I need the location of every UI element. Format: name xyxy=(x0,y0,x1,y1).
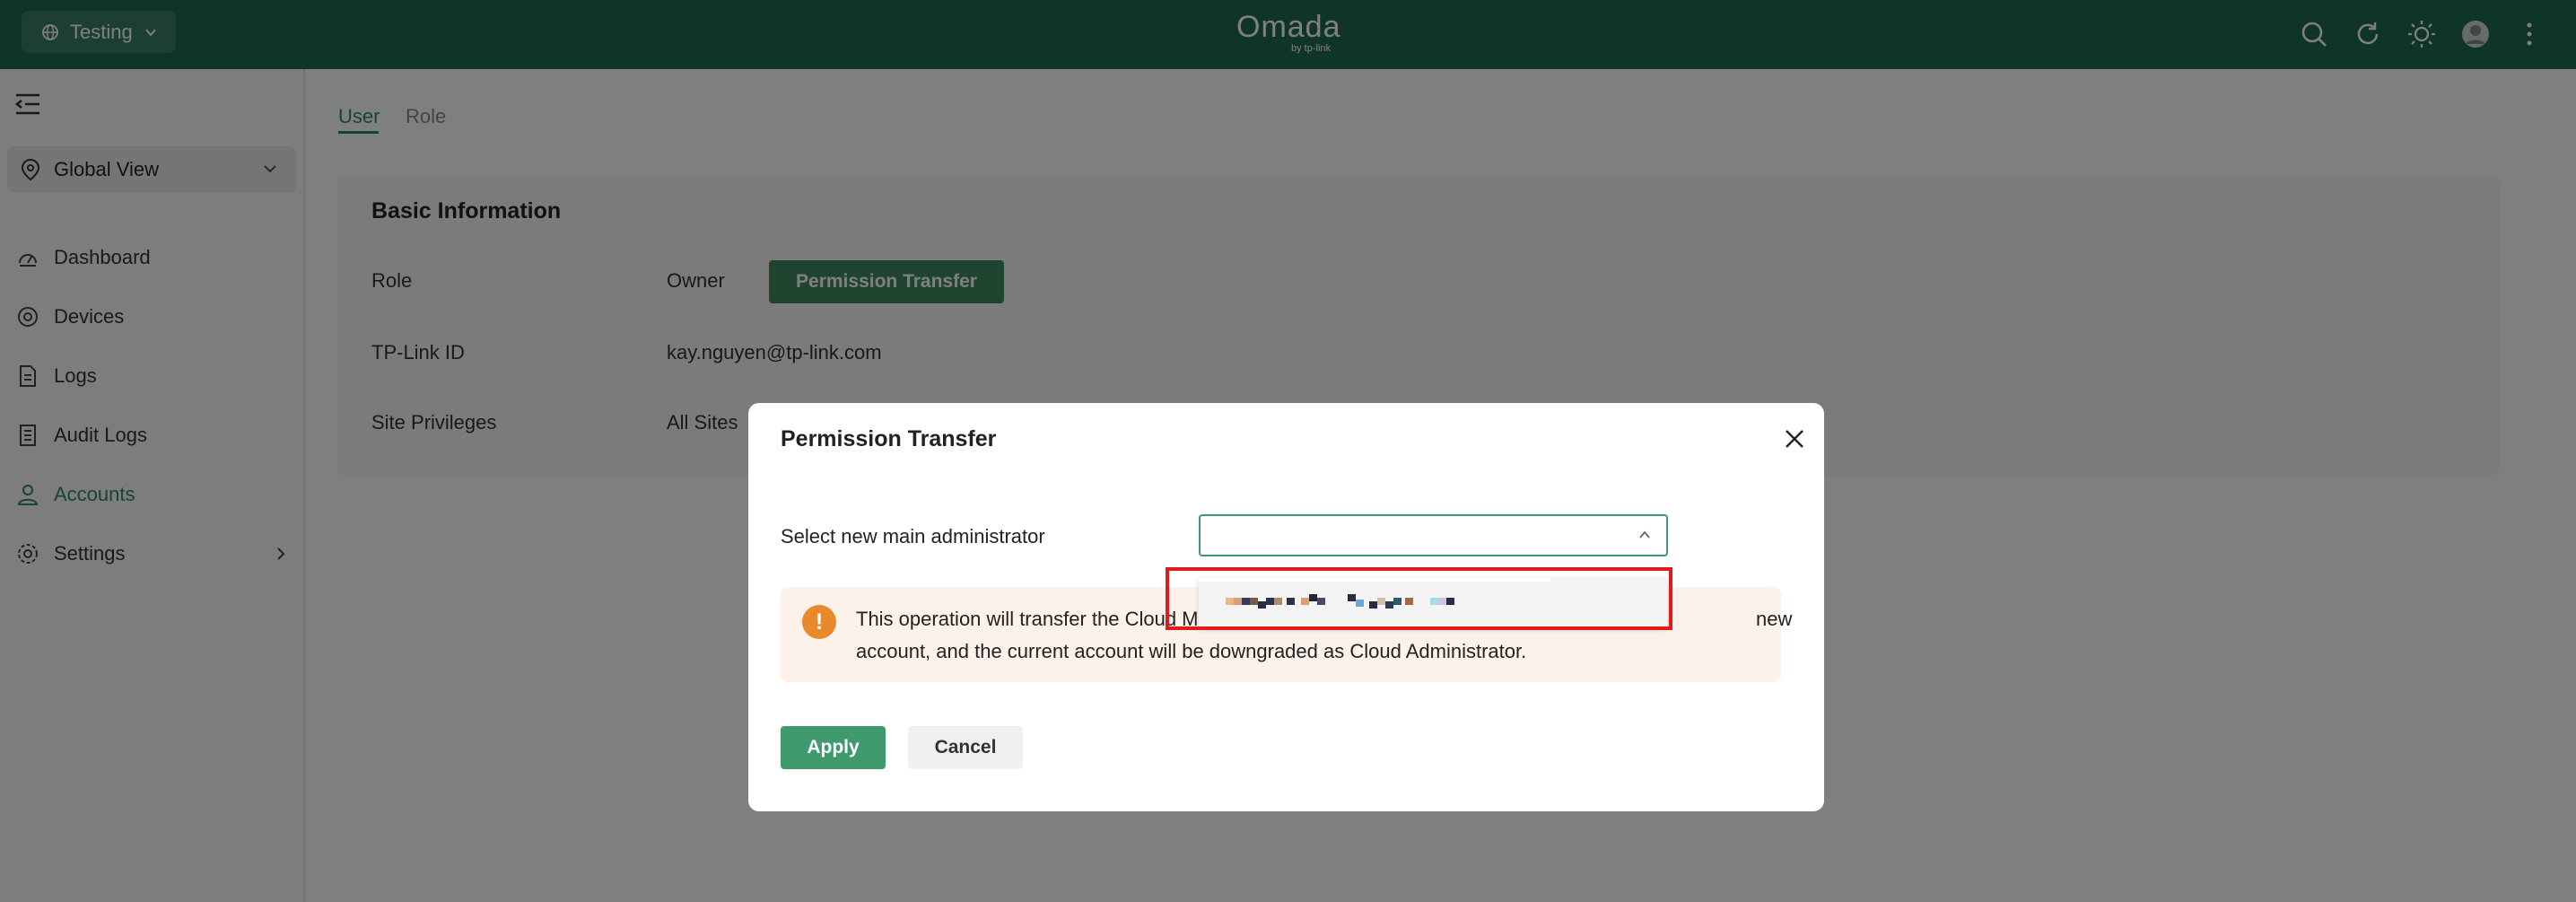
warning-icon: ! xyxy=(802,605,836,639)
warning-line-2: account, and the current account will be… xyxy=(856,640,1527,662)
chevron-up-icon xyxy=(1639,530,1650,539)
cancel-button[interactable]: Cancel xyxy=(908,726,1023,769)
dialog-title: Permission Transfer xyxy=(781,426,997,451)
warning-line-1: This operation will transfer the Cloud M… xyxy=(856,608,1214,630)
close-icon[interactable] xyxy=(1780,425,1809,453)
select-admin-label: Select new main administrator xyxy=(781,525,1045,547)
red-highlight-annotation xyxy=(1166,567,1672,630)
admin-select[interactable] xyxy=(1199,514,1668,556)
apply-button[interactable]: Apply xyxy=(781,726,886,769)
warning-line-1-tail: new xyxy=(1756,608,1793,630)
